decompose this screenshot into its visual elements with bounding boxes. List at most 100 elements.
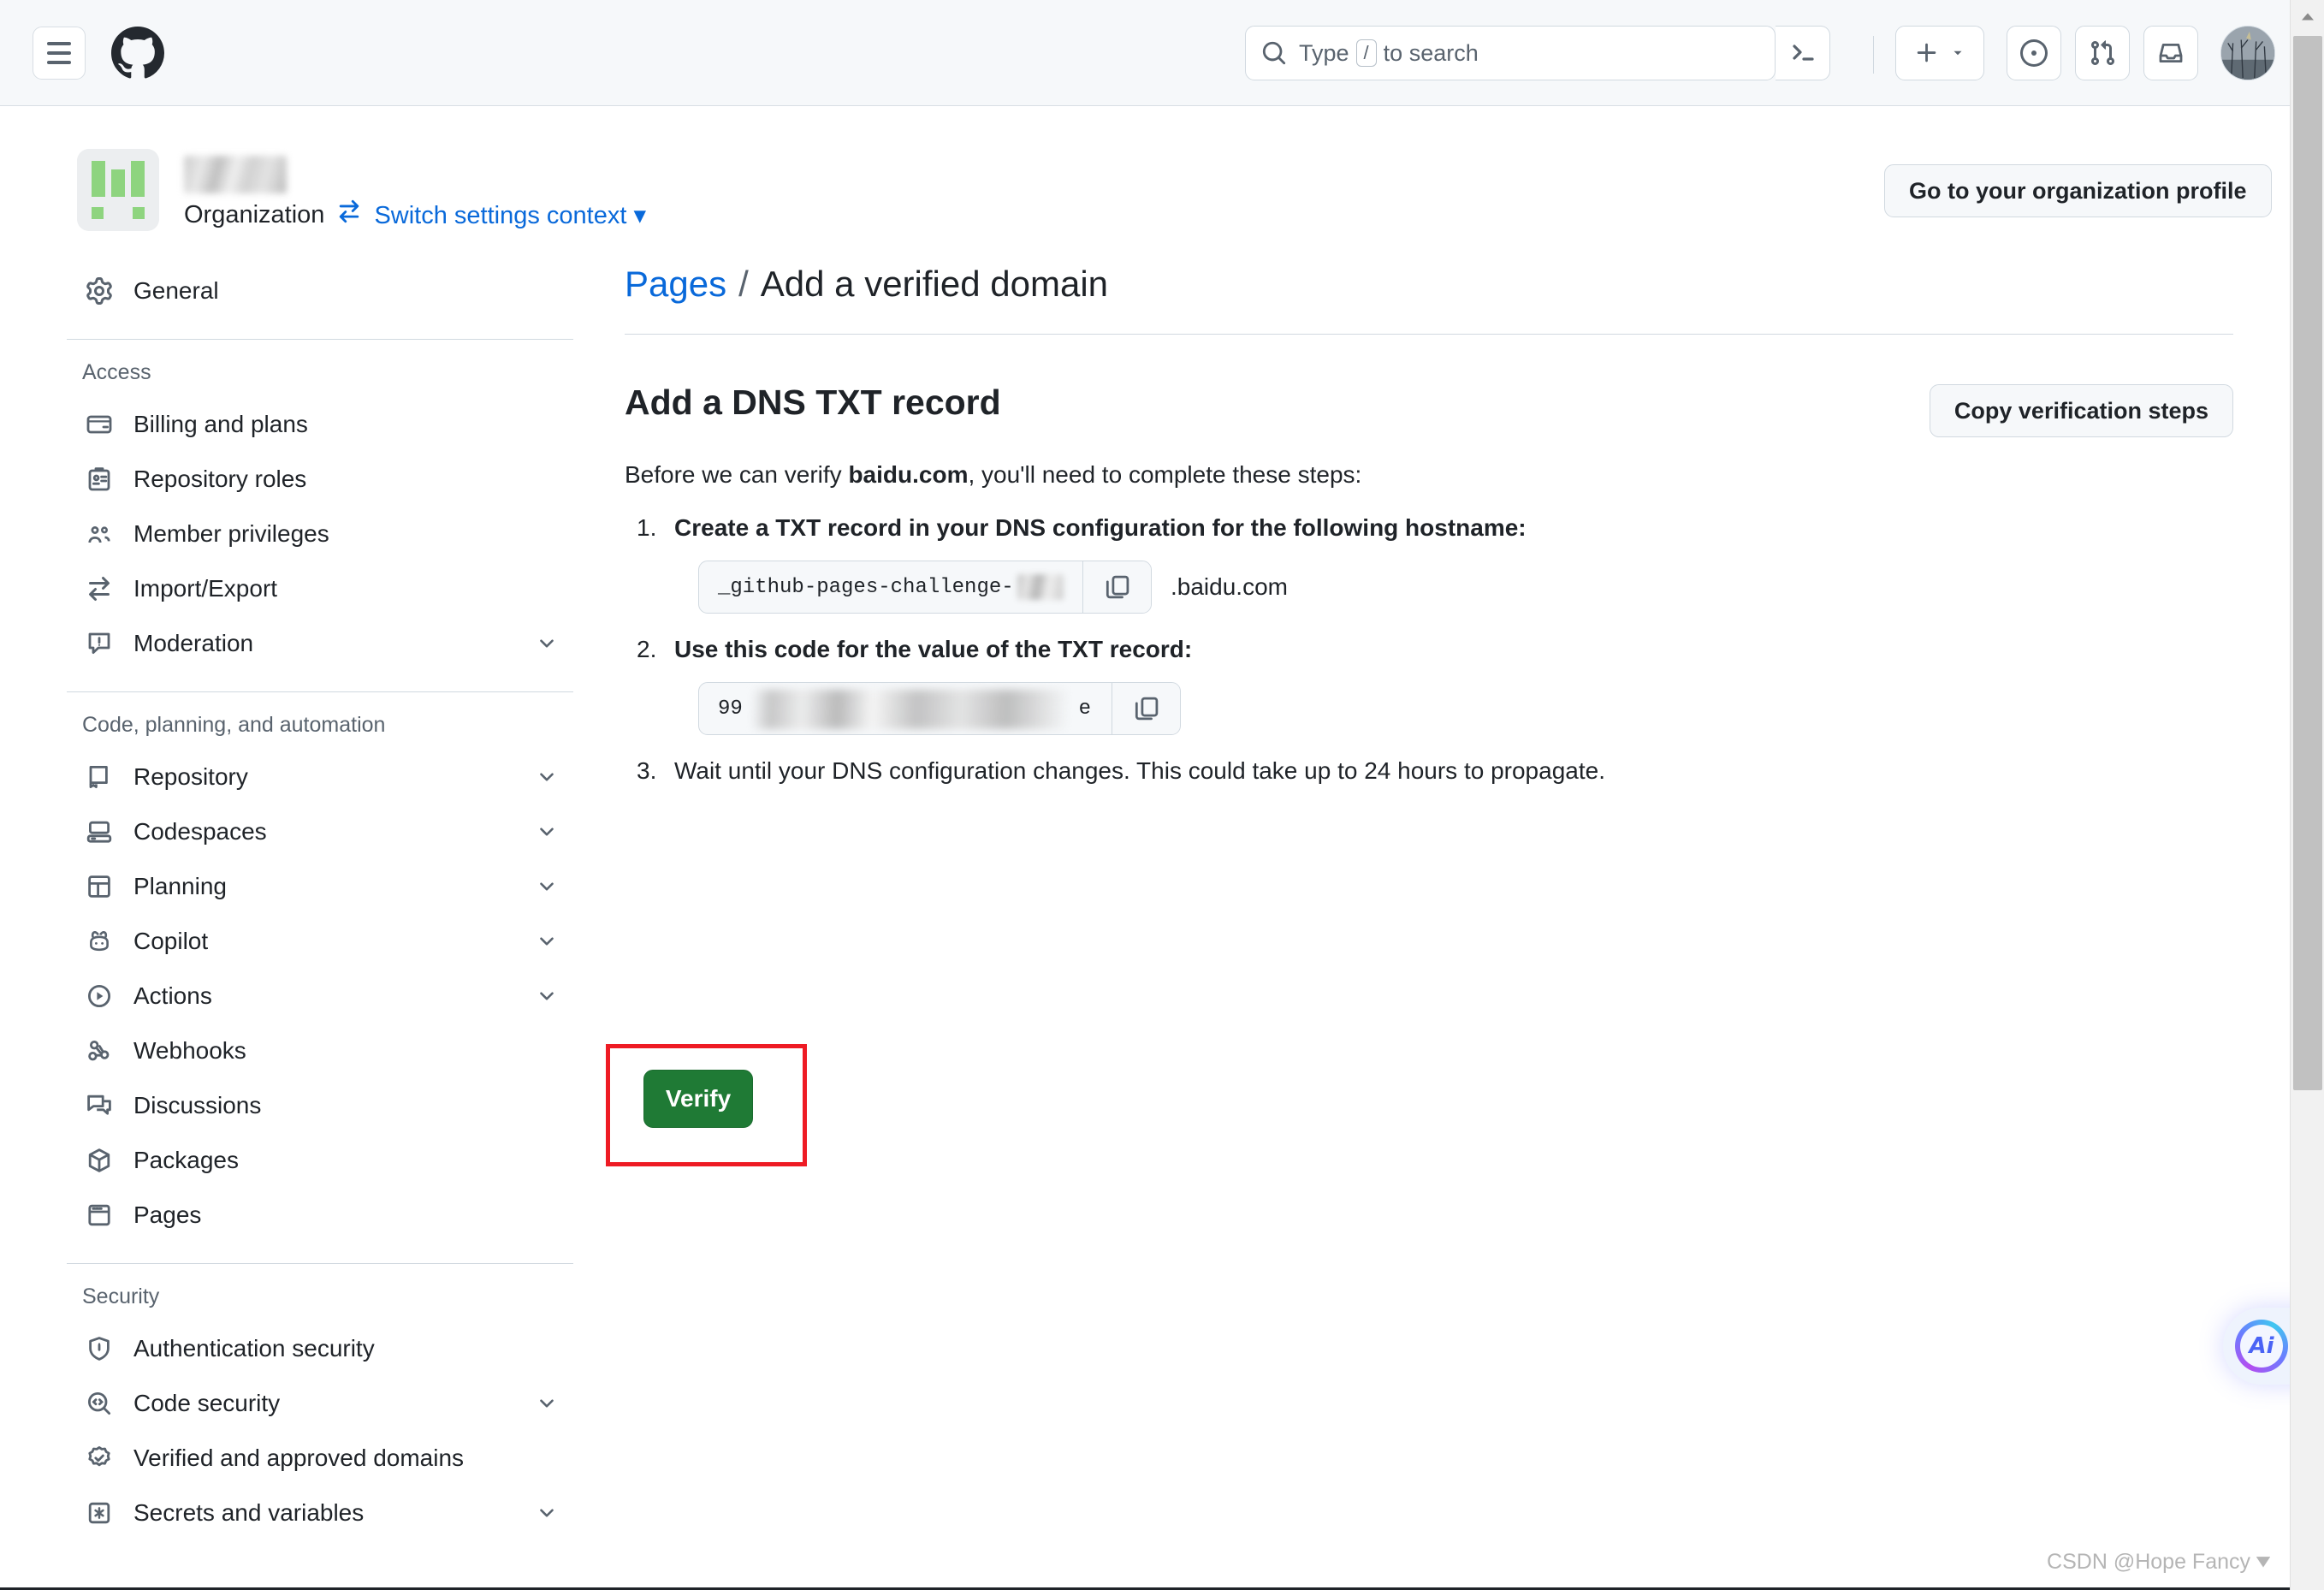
hostname-field-row: _github-pages-challenge- .baidu.com <box>698 561 2233 614</box>
intro-suffix: , you'll need to complete these steps: <box>968 461 1362 488</box>
terminal-icon[interactable] <box>1776 26 1830 80</box>
txt-record-code-value[interactable]: 99 e <box>699 683 1112 734</box>
report-icon <box>82 630 116 657</box>
hostname-value-text: _github-pages-challenge- <box>718 575 1014 599</box>
sidebar-section-code-planning-automation: Code, planning, and automation Repositor… <box>67 713 573 1243</box>
breadcrumb-separator: / <box>738 264 749 304</box>
comment-discussion-icon <box>82 1092 116 1119</box>
sidebar-item-code-security[interactable]: Code security <box>67 1376 573 1431</box>
verified-icon <box>82 1445 116 1472</box>
chevron-down-icon: ▾ <box>633 201 647 229</box>
sidebar-item-label: Authentication security <box>133 1335 375 1362</box>
sidebar-item-actions[interactable]: Actions <box>67 969 573 1023</box>
github-logo-icon[interactable] <box>111 26 164 80</box>
sidebar-item-billing-and-plans[interactable]: Billing and plans <box>67 397 573 452</box>
code-value-end: e <box>1078 697 1091 721</box>
step-3: 3. Wait until your DNS configuration cha… <box>637 757 2233 785</box>
sidebar-item-import-export[interactable]: Import/Export <box>67 561 573 616</box>
codespaces-icon <box>82 818 116 845</box>
sidebar-item-copilot[interactable]: Copilot <box>67 914 573 969</box>
chevron-down-icon[interactable] <box>536 821 558 843</box>
sidebar-item-codespaces[interactable]: Codespaces <box>67 804 573 859</box>
chevron-down-icon[interactable] <box>536 766 558 788</box>
search-input[interactable]: Type / to search <box>1245 26 1776 80</box>
sidebar-item-label: Secrets and variables <box>133 1499 365 1526</box>
sidebar-item-discussions[interactable]: Discussions <box>67 1078 573 1133</box>
sidebar-item-repository-roles[interactable]: Repository roles <box>67 452 573 507</box>
sidebar-item-authentication-security[interactable]: Authentication security <box>67 1321 573 1376</box>
step-2: 2. Use this code for the value of the TX… <box>637 636 2233 735</box>
sidebar-item-label: Member privileges <box>133 520 329 547</box>
sidebar-item-general[interactable]: General <box>67 264 573 318</box>
avatar[interactable] <box>2220 26 2275 80</box>
hostname-value[interactable]: _github-pages-challenge- <box>699 561 1082 613</box>
sidebar-item-verified-and-approved-domains[interactable]: Verified and approved domains <box>67 1431 573 1486</box>
sidebar-item-label: Code security <box>133 1390 281 1416</box>
organization-meta: Organization Switch settings context ▾ <box>184 199 646 231</box>
step-number: 1. <box>637 514 657 541</box>
create-new-button[interactable] <box>1895 26 1984 80</box>
sidebar-section-title: Access <box>82 360 151 384</box>
page-scrollbar[interactable] <box>2290 0 2324 1590</box>
hamburger-menu-icon[interactable] <box>33 26 86 80</box>
go-to-organization-profile-button[interactable]: Go to your organization profile <box>1884 164 2272 217</box>
scrollbar-thumb[interactable] <box>2293 36 2322 1090</box>
chevron-down-icon[interactable] <box>536 1502 558 1524</box>
hostname-field[interactable]: _github-pages-challenge- <box>698 561 1152 614</box>
verify-button[interactable]: Verify <box>643 1070 753 1128</box>
intro-text: Before we can verify baidu.com, you'll n… <box>625 461 2233 489</box>
txt-record-code-field[interactable]: 99 e <box>698 682 1181 735</box>
sidebar-section-security: Security Authentication security Code se… <box>67 1284 573 1540</box>
sidebar-item-label: Codespaces <box>133 818 267 845</box>
scroll-up-icon[interactable] <box>2291 0 2324 34</box>
sidebar-item-label: Planning <box>133 873 227 899</box>
header-divider <box>1873 36 1874 74</box>
breadcrumb-pages-link[interactable]: Pages <box>625 264 726 305</box>
chevron-down-icon[interactable] <box>536 930 558 952</box>
copy-icon[interactable] <box>1112 683 1180 734</box>
organization-avatar[interactable] <box>77 149 159 231</box>
chevron-down-icon[interactable] <box>536 875 558 898</box>
organization-type-label: Organization <box>184 200 325 228</box>
people-icon <box>82 520 116 548</box>
pull-requests-icon[interactable] <box>2075 26 2130 80</box>
intro-prefix: Before we can verify <box>625 461 849 488</box>
sidebar-item-moderation[interactable]: Moderation <box>67 616 573 671</box>
sidebar-divider <box>67 691 573 692</box>
sidebar-item-label: Actions <box>133 982 212 1009</box>
code-redacted-middle <box>752 690 1069 729</box>
chevron-down-icon[interactable] <box>536 1392 558 1415</box>
watermark-mark-icon <box>2256 1556 2271 1567</box>
sidebar-item-webhooks[interactable]: Webhooks <box>67 1023 573 1078</box>
search-placeholder-suffix: to search <box>1383 39 1479 66</box>
ai-icon-label: Ai <box>2240 1325 2283 1368</box>
sidebar-item-pages[interactable]: Pages <box>67 1188 573 1243</box>
sidebar-item-label: Copilot <box>133 928 209 954</box>
hamburger-bar <box>47 41 71 45</box>
hamburger-bar <box>47 50 71 55</box>
codescan-icon <box>82 1390 116 1417</box>
search-icon <box>1261 40 1287 66</box>
sidebar-item-label: Import/Export <box>133 575 278 602</box>
sidebar-item-label: Discussions <box>133 1092 262 1118</box>
id-badge-icon <box>82 466 116 493</box>
verification-steps-list: 1. Create a TXT record in your DNS confi… <box>625 514 2233 785</box>
sidebar-item-label: Repository <box>133 763 248 790</box>
search-placeholder-prefix: Type <box>1299 39 1349 66</box>
sidebar-item-repository[interactable]: Repository <box>67 750 573 804</box>
chevron-down-icon[interactable] <box>536 985 558 1007</box>
sidebar-item-planning[interactable]: Planning <box>67 859 573 914</box>
copy-verification-steps-button[interactable]: Copy verification steps <box>1929 384 2233 437</box>
inbox-icon[interactable] <box>2143 26 2198 80</box>
sidebar-divider <box>67 1263 573 1264</box>
sidebar-item-member-privileges[interactable]: Member privileges <box>67 507 573 561</box>
github-org-settings-page: Type / to search Organization Switch set… <box>0 0 2324 1590</box>
switch-settings-context-link[interactable]: Switch settings context ▾ <box>374 200 646 230</box>
chevron-down-icon[interactable] <box>536 632 558 655</box>
issues-icon[interactable] <box>2007 26 2061 80</box>
sidebar-item-secrets-and-variables[interactable]: Secrets and variables <box>67 1486 573 1540</box>
sidebar-item-packages[interactable]: Packages <box>67 1133 573 1188</box>
copy-icon[interactable] <box>1082 561 1151 613</box>
code-value-start: 99 <box>718 697 743 721</box>
hostname-redacted-suffix <box>1017 574 1064 600</box>
